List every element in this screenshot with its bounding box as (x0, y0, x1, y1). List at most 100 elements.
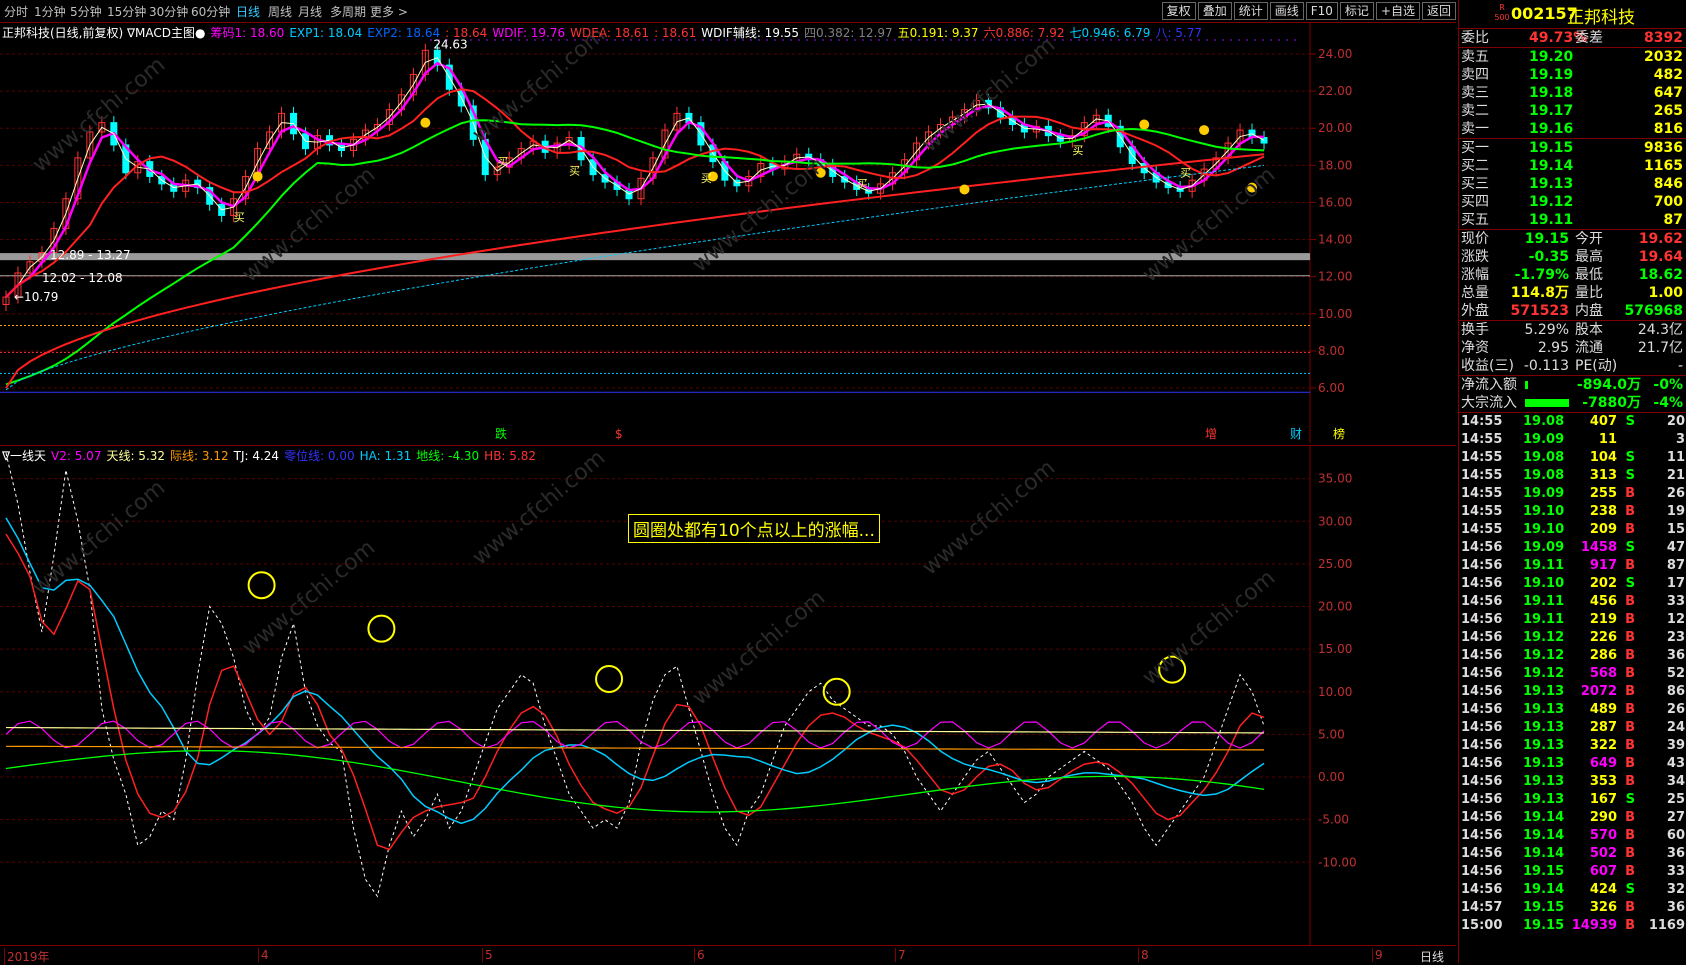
tick-row: 14:56 19.13 649 B 43 (1459, 755, 1686, 773)
sell-book-row: 卖三 19.18 647 (1459, 84, 1686, 102)
tab-5[interactable]: 60分钟 (191, 3, 230, 20)
indicator-legend-title: ∇一线天 (2, 449, 47, 463)
bottom-mark: 财 (1290, 427, 1302, 441)
tick-side: B (1625, 900, 1635, 915)
buy-book-row: 买一 19.15 9836 (1459, 139, 1686, 157)
tick-count: 21 (1666, 468, 1685, 483)
price-legend-item: 七0.946: 6.79 (1069, 26, 1151, 40)
tick-volume: 167 (1589, 792, 1617, 807)
tab-8[interactable]: 月线 (298, 3, 322, 20)
weicha-value: 8392 (1644, 30, 1683, 46)
tick-side: S (1625, 468, 1635, 483)
book-price: 19.19 (1529, 67, 1574, 83)
quote-label: 总量 (1461, 285, 1489, 301)
toolbar-button-6[interactable]: +自选 (1375, 2, 1420, 20)
price-chart-pane[interactable]: 24.00 22.00 20.00 18.00 16.00 14.00 12.00 10.00… (0, 22, 1456, 443)
axis-label: 18.00 (1318, 158, 1352, 172)
tick-row: 14:56 19.13 287 B 24 (1459, 719, 1686, 737)
tick-side: B (1625, 918, 1635, 933)
tab-6[interactable]: 日线 (236, 3, 260, 20)
toolbar-button-5[interactable]: 标记 (1339, 2, 1374, 20)
toolbar-button-3[interactable]: 画线 (1269, 2, 1304, 20)
indicator-pane[interactable]: 35.00 30.00 25.00 20.00 15.00 10.00 5.00 0.00 -5… (0, 445, 1456, 946)
price-legend-item: 五0.191: 9.37 (897, 26, 979, 40)
book-price: 19.11 (1529, 212, 1574, 228)
tab-9[interactable]: 多周期 (330, 3, 366, 20)
range-label: 12.02 - 12.08 (42, 271, 123, 285)
tick-time: 14:56 (1461, 846, 1503, 861)
time-label: 4 (258, 948, 269, 962)
toolbar-button-0[interactable]: 复权 (1161, 2, 1196, 20)
tick-row: 14:55 19.09 255 B 26 (1459, 485, 1686, 503)
tick-price: 19.15 (1523, 864, 1565, 879)
quote-body: 委比 49.73% 委差 8392 卖五 19.20 2032 卖四 19.19 482 卖三 19.… (1459, 29, 1686, 933)
buy-label: 买 (569, 165, 580, 178)
watermark: www.cfchi.com (1138, 565, 1280, 690)
tick-side: B (1625, 864, 1635, 879)
tick-price: 19.09 (1523, 432, 1565, 447)
tab-3[interactable]: 15分钟 (107, 3, 146, 20)
time-axis: 2019年 4 5 6 7 8 9 日线 (0, 945, 1456, 965)
quote-label: 涨跌 (1461, 249, 1489, 265)
axis-label: 8.00 (1318, 344, 1345, 358)
tick-row: 14:55 19.08 313 S 21 (1459, 467, 1686, 485)
tick-time: 14:56 (1461, 828, 1503, 843)
tick-volume: 202 (1589, 576, 1617, 591)
tab-0[interactable]: 分时 (4, 3, 28, 20)
book-price: 19.15 (1529, 140, 1574, 156)
tick-volume: 104 (1589, 450, 1617, 465)
indicator-legend-item: 天线: 5.32 (106, 449, 166, 463)
tick-time: 14:55 (1461, 468, 1503, 483)
bottom-mark: 榜 (1333, 426, 1345, 441)
price-chart[interactable]: 24.00 22.00 20.00 18.00 16.00 14.00 12.00 10.00… (0, 22, 1456, 443)
toolbar-button-7[interactable]: 返回 (1421, 2, 1456, 20)
flow-bar (1525, 399, 1569, 407)
axis-label: -5.00 (1318, 813, 1349, 827)
watermark: www.cfchi.com (28, 475, 170, 600)
tick-price: 19.12 (1523, 648, 1565, 663)
buy-book: 买一 19.15 9836 买二 19.14 1165 买三 19.13 846 买四 19.12 7… (1459, 139, 1686, 230)
weicha-label: 委差 (1575, 30, 1603, 46)
annotation-box: 圆圈处都有10个点以上的涨幅... (628, 514, 880, 543)
book-label: 买三 (1461, 176, 1489, 192)
tab-1[interactable]: 1分钟 (34, 3, 66, 20)
tick-price: 19.15 (1523, 918, 1565, 933)
book-volume: 647 (1653, 85, 1683, 101)
axis-label: 15.00 (1318, 642, 1352, 656)
tick-side: S (1625, 540, 1635, 555)
tick-volume: 424 (1589, 882, 1617, 897)
quote-panel: R 500 002157 正邦科技 委比 49.73% 委差 8392 卖五 19.20 20… (1458, 0, 1686, 963)
tianxian-line (5, 726, 1265, 734)
tick-volume: 917 (1589, 558, 1617, 573)
tick-row: 14:55 19.08 407 S 20 (1459, 413, 1686, 431)
quote-value: 571523 (1510, 303, 1569, 319)
tick-volume: 570 (1589, 828, 1617, 843)
quote-value: -0.35 (1528, 249, 1569, 265)
tick-price: 19.10 (1523, 576, 1565, 591)
toolbar-button-1[interactable]: 叠加 (1197, 2, 1232, 20)
tick-volume: 456 (1589, 594, 1617, 609)
tick-side: S (1625, 792, 1635, 807)
tick-volume: 219 (1589, 612, 1617, 627)
tab-10[interactable]: 更多 > (370, 3, 408, 20)
flow-value: -7880万 (1582, 395, 1641, 411)
tick-price: 19.13 (1523, 720, 1565, 735)
quote-row: 外盘 571523 内盘 576968 (1459, 302, 1686, 320)
tick-count: 52 (1666, 666, 1685, 681)
tab-4[interactable]: 30分钟 (149, 3, 188, 20)
tick-side: B (1625, 612, 1635, 627)
tick-side: S (1625, 882, 1635, 897)
toolbar-button-2[interactable]: 统计 (1233, 2, 1268, 20)
fin-section: 换手 5.29% 股本 24.3亿 净资 2.95 流通 21.7亿 收益(三) -0.113 PE… (1459, 321, 1686, 376)
tab-7[interactable]: 周线 (268, 3, 292, 20)
bottom-mark: 增 (1205, 427, 1217, 441)
toolbar-button-4[interactable]: F10 (1305, 2, 1338, 20)
tick-count: 12 (1666, 612, 1685, 627)
highlight-circle (367, 614, 396, 643)
book-volume: 265 (1653, 103, 1683, 119)
sell-book-row: 卖五 19.20 2032 (1459, 48, 1686, 66)
tab-2[interactable]: 5分钟 (70, 3, 102, 20)
tick-time: 14:55 (1461, 486, 1503, 501)
axis-label: 12.00 (1318, 270, 1352, 284)
quote-row: 现价 19.15 今开 19.62 (1459, 230, 1686, 248)
